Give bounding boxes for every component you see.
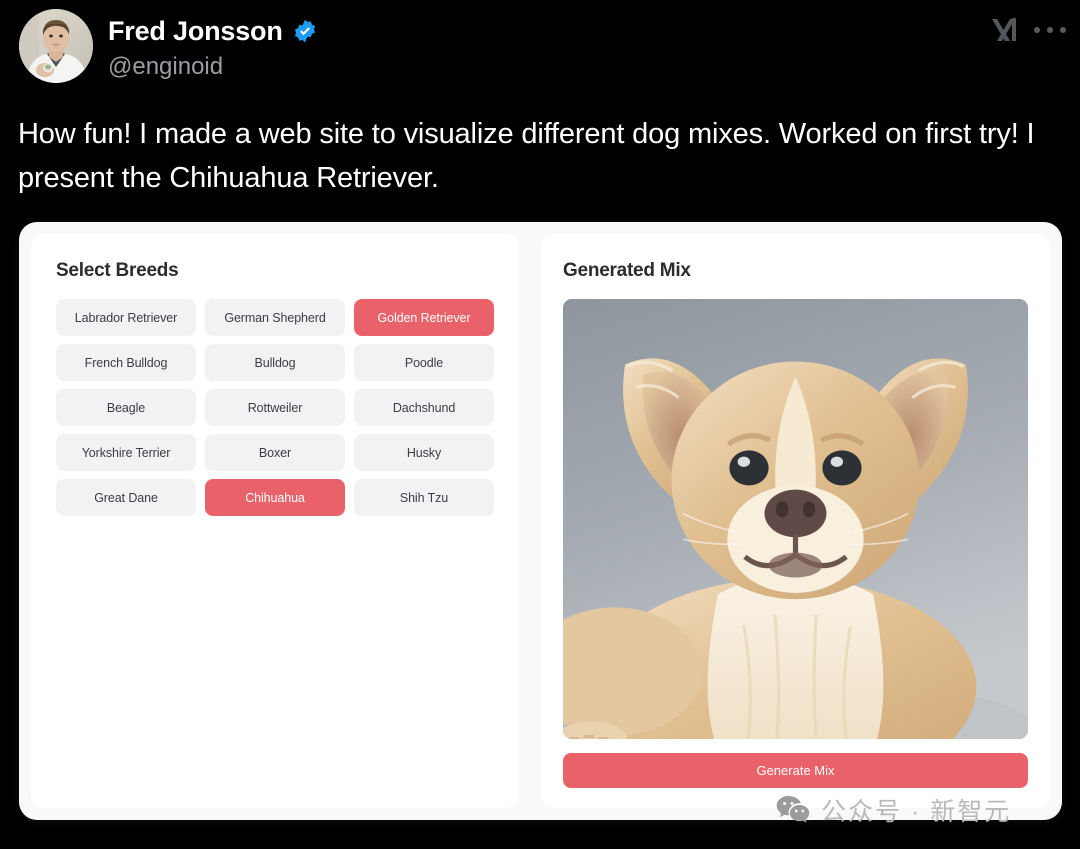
breed-button[interactable]: Husky (354, 434, 494, 471)
dot-1-icon (1034, 27, 1040, 33)
avatar-image (19, 9, 93, 83)
breed-button[interactable]: Shih Tzu (354, 479, 494, 516)
breed-grid: Labrador Retriever German Shepherd Golden … (56, 299, 494, 516)
breed-button[interactable]: Boxer (205, 434, 345, 471)
dot-2-icon (1047, 27, 1053, 33)
breed-button[interactable]: Yorkshire Terrier (56, 434, 196, 471)
xai-logo-icon (992, 18, 1016, 41)
more-options-button[interactable] (1034, 20, 1066, 40)
generated-mix-panel: Generated Mix Generate Mix (541, 234, 1050, 808)
select-breeds-panel: Select Breeds Labrador Retriever German S… (31, 234, 519, 808)
embedded-app-screenshot: Select Breeds Labrador Retriever German S… (19, 222, 1062, 820)
generated-dog-image (563, 299, 1028, 740)
generated-mix-title: Generated Mix (563, 260, 691, 281)
breed-button[interactable]: Dachshund (354, 389, 494, 426)
breed-button[interactable]: Rottweiler (205, 389, 345, 426)
display-name[interactable]: Fred Jonsson (108, 15, 283, 47)
tweet-header: Fred Jonsson @enginoid (0, 0, 1080, 100)
select-breeds-title: Select Breeds (56, 260, 179, 281)
verified-badge-icon (294, 19, 315, 43)
author-name-row: Fred Jonsson (108, 14, 318, 48)
breed-button[interactable]: German Shepherd (205, 299, 345, 336)
breed-button[interactable]: Chihuahua (205, 479, 345, 516)
breed-button[interactable]: Labrador Retriever (56, 299, 196, 336)
tweet-body-text: How fun! I made a web site to visualize … (18, 118, 1035, 194)
author-handle[interactable]: @enginoid (108, 52, 318, 82)
breed-button[interactable]: Great Dane (56, 479, 196, 516)
dot-3-icon (1060, 27, 1066, 33)
breed-button[interactable]: Golden Retriever (354, 299, 494, 336)
author-block: Fred Jonsson @enginoid (108, 14, 318, 82)
breed-button[interactable]: Poodle (354, 344, 494, 381)
dog-illustration (563, 299, 1028, 740)
generate-mix-button[interactable]: Generate Mix (563, 753, 1028, 788)
breed-button[interactable]: Beagle (56, 389, 196, 426)
avatar[interactable] (19, 9, 93, 83)
breed-button[interactable]: Bulldog (205, 344, 345, 381)
breed-button[interactable]: French Bulldog (56, 344, 196, 381)
